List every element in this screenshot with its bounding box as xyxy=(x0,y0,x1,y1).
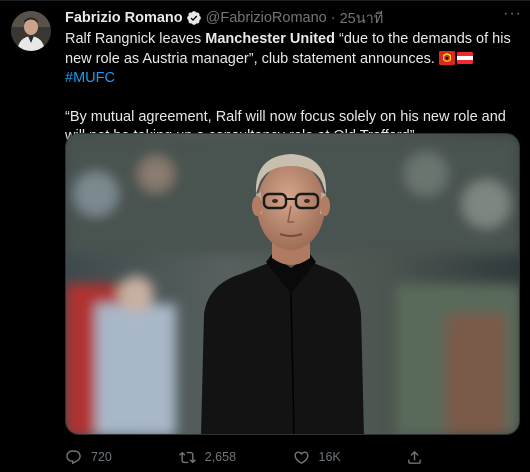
like-button[interactable]: 16K xyxy=(293,449,407,466)
share-button[interactable] xyxy=(406,449,520,466)
tweet-action-bar: 720 2,658 16K xyxy=(65,446,520,468)
hashtag-link[interactable]: #MUFC xyxy=(65,70,115,86)
avatar-image xyxy=(11,11,51,51)
share-icon xyxy=(408,450,422,464)
retweet-button[interactable]: 2,658 xyxy=(178,449,293,466)
tweet-paragraph-1: Ralf Rangnick leaves Manchester United “… xyxy=(65,30,520,89)
avatar[interactable] xyxy=(11,11,51,51)
austria-flag-emoji-icon xyxy=(456,51,473,64)
reply-button[interactable]: 720 xyxy=(65,449,179,466)
tweet-text-bold: Manchester United xyxy=(205,31,335,47)
tweet-content: Fabrizio Romano @FabrizioRomano · 25นาที… xyxy=(65,7,520,147)
photo-ralf-rangnick xyxy=(66,134,519,434)
heart-icon xyxy=(293,450,309,464)
reply-icon xyxy=(66,449,81,464)
verified-badge-icon xyxy=(186,11,201,25)
tweet-header: Fabrizio Romano @FabrizioRomano · 25นาที xyxy=(65,7,520,29)
author-display-name[interactable]: Fabrizio Romano xyxy=(65,10,183,26)
tweet-text-segment: Ralf Rangnick leaves xyxy=(65,31,206,47)
retweet-icon xyxy=(178,451,196,463)
retweet-count: 2,658 xyxy=(204,450,237,464)
author-handle[interactable]: @FabrizioRomano xyxy=(206,10,327,26)
manchester-united-flag-emoji-icon xyxy=(438,50,455,65)
separator-dot: · xyxy=(330,10,336,26)
tweet-card[interactable]: Fabrizio Romano @FabrizioRomano · 25นาที… xyxy=(0,0,530,472)
tweet-timestamp[interactable]: 25นาที xyxy=(340,7,384,30)
reply-count: 720 xyxy=(91,450,112,464)
tweet-text: Ralf Rangnick leaves Manchester United “… xyxy=(65,30,520,147)
more-options-button[interactable]: ··· xyxy=(503,5,522,23)
like-count: 16K xyxy=(318,450,341,464)
tweet-photo[interactable] xyxy=(65,133,520,435)
